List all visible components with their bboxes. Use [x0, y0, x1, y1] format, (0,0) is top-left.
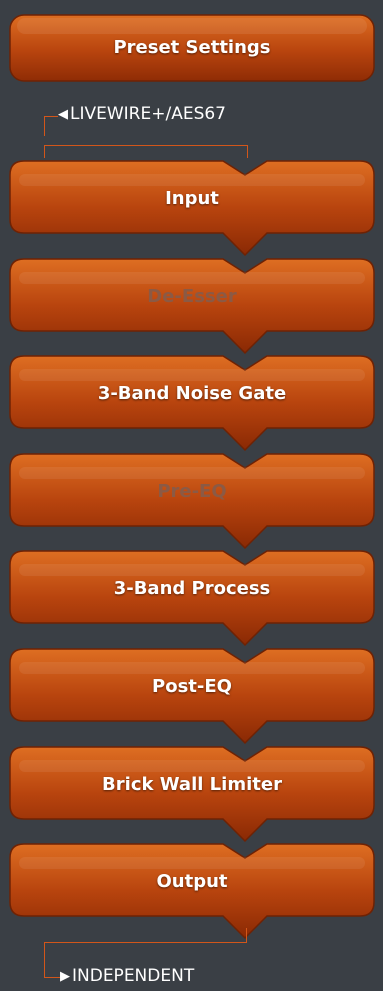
block-post-eq-label: Post-EQ	[152, 676, 232, 697]
output-route-line	[44, 942, 45, 978]
output-route-connector	[44, 928, 247, 943]
block-brick-wall-limiter-label: Brick Wall Limiter	[102, 774, 282, 795]
processing-chain: Preset Settings ◀ LIVEWIRE+/AES67 Input D…	[0, 0, 383, 991]
block-output-button[interactable]: Output	[9, 843, 375, 940]
input-route-line-top	[44, 116, 58, 117]
block-input-button[interactable]: Input	[9, 160, 375, 257]
input-routing-label[interactable]: ◀ LIVEWIRE+/AES67	[58, 104, 226, 124]
block-3-band-noise-gate-label: 3-Band Noise Gate	[97, 383, 287, 404]
output-routing-label[interactable]: ▶ INDEPENDENT	[60, 966, 194, 986]
block-post-eq-button[interactable]: Post-EQ	[9, 648, 375, 745]
block-output-label: Output	[156, 871, 228, 892]
block-3-band-noise-gate-button[interactable]: 3-Band Noise Gate	[9, 355, 375, 452]
block-de-esser-label: De-Esser	[147, 286, 237, 307]
block-3-band-process-button[interactable]: 3-Band Process	[9, 550, 375, 647]
block-3-band-process-label: 3-Band Process	[113, 578, 271, 599]
output-route-line-bottom	[44, 977, 60, 978]
block-pre-eq-button[interactable]: Pre-EQ	[9, 453, 375, 550]
preset-settings-label: Preset Settings	[113, 37, 271, 58]
block-pre-eq-label: Pre-EQ	[157, 481, 227, 502]
left-triangle-icon: ◀	[58, 106, 68, 122]
preset-settings-button[interactable]: Preset Settings	[9, 14, 375, 82]
output-routing-text: INDEPENDENT	[72, 966, 195, 986]
input-route-line	[44, 116, 45, 136]
block-input-label: Input	[165, 188, 219, 209]
right-triangle-icon: ▶	[60, 968, 70, 984]
input-route-connector	[44, 145, 248, 158]
block-de-esser-button[interactable]: De-Esser	[9, 258, 375, 355]
block-brick-wall-limiter-button[interactable]: Brick Wall Limiter	[9, 746, 375, 843]
input-routing-text: LIVEWIRE+/AES67	[70, 104, 226, 124]
